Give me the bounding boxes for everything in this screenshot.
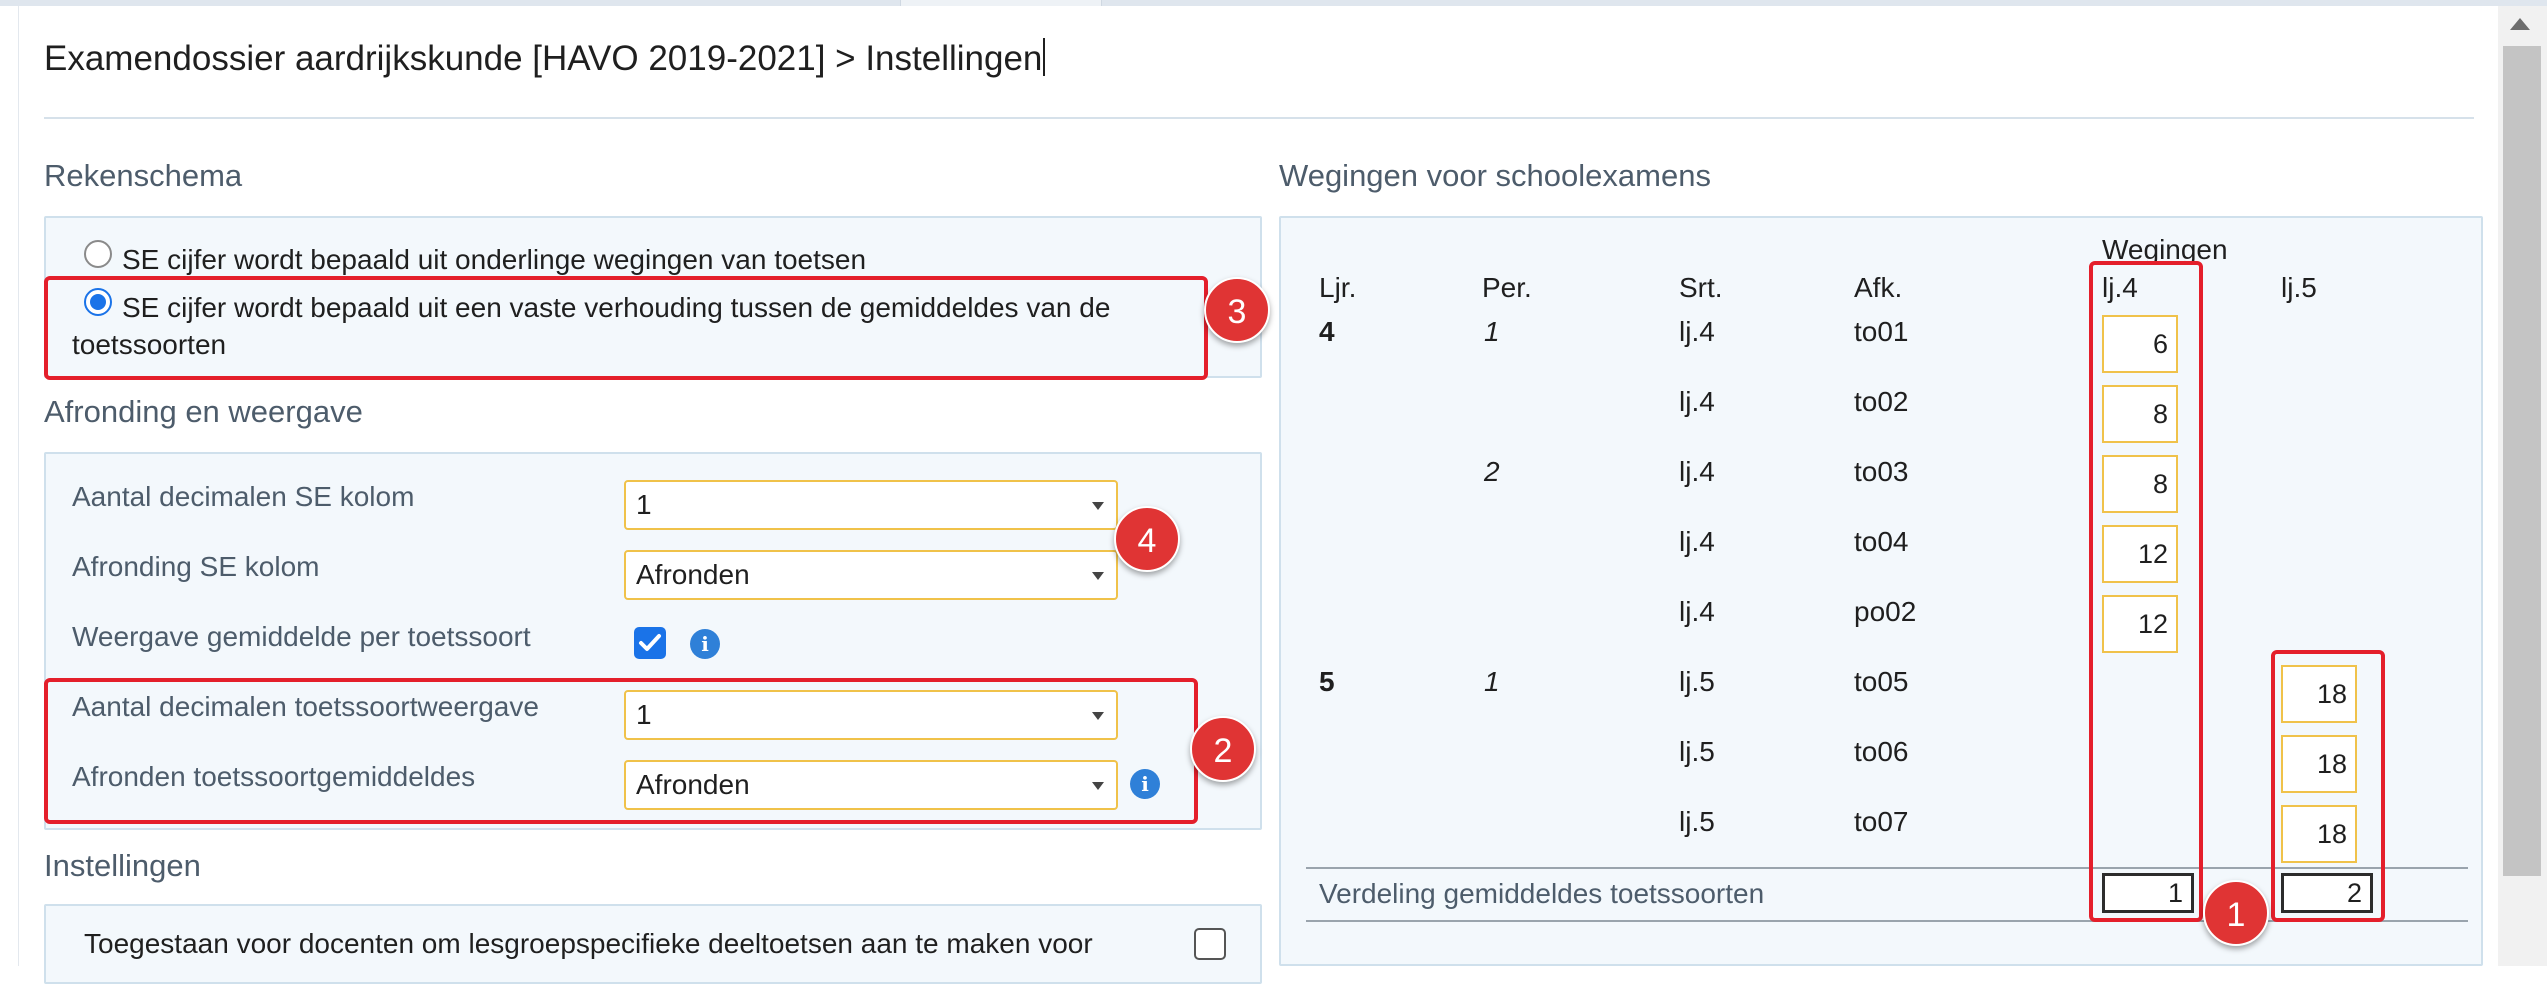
toegestaan-label: Toegestaan voor docenten om lesgroepspec… <box>84 928 1093 959</box>
cell-afk: to05 <box>1854 666 1909 697</box>
cell-afk: to04 <box>1854 526 1909 557</box>
cell-afk: to06 <box>1854 736 1909 767</box>
annotation-badge-2: 2 <box>1190 716 1256 782</box>
cell-srt: lj.4 <box>1679 596 1715 627</box>
scroll-up-arrow-icon[interactable] <box>2510 18 2530 30</box>
annotation-box-2 <box>44 678 1198 824</box>
weergave-checkbox[interactable] <box>634 627 666 659</box>
toegestaan-checkbox[interactable] <box>1194 928 1226 960</box>
annotation-box-3 <box>44 276 1208 380</box>
rekenschema-heading: Rekenschema <box>44 158 243 193</box>
text-caret <box>1043 38 1046 76</box>
info-icon[interactable]: i <box>690 629 720 659</box>
cell-srt: lj.4 <box>1679 316 1715 347</box>
cell-srt: lj.5 <box>1679 806 1715 837</box>
cell-srt: lj.4 <box>1679 386 1715 417</box>
col-srt-header: Srt. <box>1679 272 1723 303</box>
decimalen-se-value: 1 <box>636 489 652 520</box>
radio-onderlinge-wegingen-label: SE cijfer wordt bepaald uit onderlinge w… <box>122 244 867 275</box>
verdeling-label: Verdeling gemiddeldes toetssoorten <box>1319 878 1765 909</box>
page-title: Examendossier aardrijkskunde [HAVO 2019-… <box>44 38 1046 79</box>
left-border <box>18 6 19 966</box>
cell-ljr: 4 <box>1319 316 1335 347</box>
cell-afk: po02 <box>1854 596 1917 627</box>
chevron-down-icon <box>1092 502 1104 510</box>
wegingen-heading: Wegingen voor schoolexamens <box>1279 158 1711 193</box>
col-lj5-header: lj.5 <box>2281 272 2317 303</box>
annotation-badge-4: 4 <box>1114 506 1180 572</box>
col-per-header: Per. <box>1482 272 1532 303</box>
annotation-box-1-lj4 <box>2089 261 2203 922</box>
afronding-heading: Afronding en weergave <box>44 394 363 429</box>
cell-per: 1 <box>1484 666 1500 697</box>
cell-srt: lj.4 <box>1679 526 1715 557</box>
top-tab[interactable] <box>900 0 1102 6</box>
afronding-se-value: Afronden <box>636 559 750 590</box>
cell-srt: lj.4 <box>1679 456 1715 487</box>
decimalen-se-label: Aantal decimalen SE kolom <box>72 481 415 512</box>
radio-onderlinge-wegingen[interactable] <box>84 240 112 268</box>
cell-per: 1 <box>1484 316 1500 347</box>
cell-srt: lj.5 <box>1679 736 1715 767</box>
decimalen-se-select[interactable]: 1 <box>624 480 1118 530</box>
instellingen-heading: Instellingen <box>44 848 201 883</box>
cell-ljr: 5 <box>1319 666 1335 697</box>
annotation-badge-3: 3 <box>1204 277 1270 343</box>
annotation-badge-1: 1 <box>2203 880 2269 946</box>
top-bar <box>0 0 2547 6</box>
page-title-text: Examendossier aardrijkskunde [HAVO 2019-… <box>44 39 1043 78</box>
weergave-label: Weergave gemiddelde per toetssoort <box>72 621 531 652</box>
cell-per: 2 <box>1484 456 1500 487</box>
col-afk-header: Afk. <box>1854 272 1903 303</box>
cell-afk: to02 <box>1854 386 1909 417</box>
annotation-box-1-lj5 <box>2271 650 2385 922</box>
afronding-se-select[interactable]: Afronden <box>624 550 1118 600</box>
chevron-down-icon <box>1092 572 1104 580</box>
col-ljr-header: Ljr. <box>1319 272 1357 303</box>
cell-srt: lj.5 <box>1679 666 1715 697</box>
scrollbar-thumb[interactable] <box>2503 46 2541 876</box>
title-divider <box>44 117 2474 119</box>
cell-afk: to01 <box>1854 316 1909 347</box>
cell-afk: to03 <box>1854 456 1909 487</box>
afronding-se-label: Afronding SE kolom <box>72 551 320 582</box>
cell-afk: to07 <box>1854 806 1909 837</box>
checkmark-icon <box>639 634 661 651</box>
